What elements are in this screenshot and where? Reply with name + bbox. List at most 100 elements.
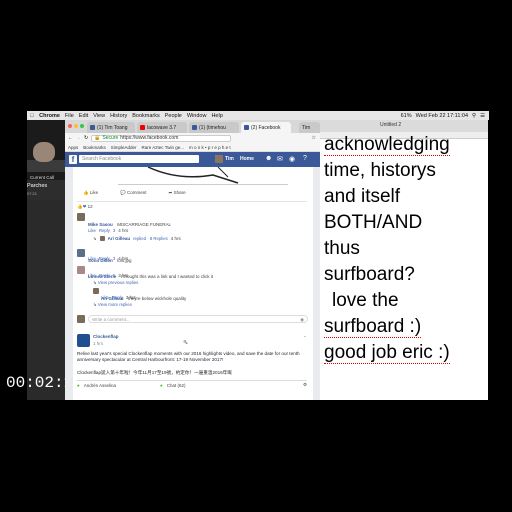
like-button[interactable]: 👍 Like: [83, 190, 98, 196]
reaction-icons: 👍❤: [77, 204, 87, 209]
chat-button[interactable]: Chat (62): [167, 383, 186, 388]
bookmark-apps[interactable]: Apps: [68, 145, 78, 150]
home-link[interactable]: Home: [240, 156, 254, 162]
comment-text: I thought this was a link and I wanted t…: [120, 274, 214, 279]
reactions-count[interactable]: 👍❤ 12: [77, 201, 307, 210]
comment-like-link[interactable]: Like: [88, 273, 96, 278]
reply-arrow-icon: ↳: [93, 280, 97, 285]
post-card-clockenflap: Clockenflap 1 hrs ⌄ ⬁ Relive last year's…: [73, 330, 313, 400]
tab-profile[interactable]: Tim: [299, 122, 320, 133]
reply-meta: Like Reply 3 hrs: [101, 295, 136, 300]
post-options-icon[interactable]: ⌄: [303, 333, 307, 339]
reload-icon[interactable]: ↻: [84, 135, 88, 141]
avatar: [77, 315, 85, 323]
bookmark-monk-prephet[interactable]: m o n k • p r e p h e t: [189, 145, 231, 150]
messages-icon[interactable]: ✉: [277, 155, 283, 163]
minimize-window-button[interactable]: [74, 124, 78, 128]
forward-icon[interactable]: →: [76, 135, 81, 141]
help-icon[interactable]: ?: [303, 155, 307, 162]
call-duration: 07:21: [27, 191, 38, 196]
apple-icon[interactable]: : [30, 113, 34, 119]
view-more-replies-link[interactable]: ↳ View more replies: [93, 302, 132, 308]
comment-like-count: 3: [112, 256, 116, 261]
comment-text: MISCARRIAGE FUNERAL: [117, 222, 171, 227]
menu-file[interactable]: File: [65, 113, 74, 119]
zoom-window-button[interactable]: [80, 124, 84, 128]
facebook-logo-icon[interactable]: f: [69, 155, 77, 164]
reply-reply-link[interactable]: Reply: [112, 295, 123, 300]
bookmark-bookmarks[interactable]: Bookmarks: [83, 145, 106, 150]
star-icon[interactable]: ☆: [312, 135, 320, 141]
comment-like-link[interactable]: Like: [88, 256, 96, 261]
note-line: surfboard :): [324, 316, 422, 338]
menu-history[interactable]: History: [110, 113, 127, 119]
profile-avatar[interactable]: [215, 155, 223, 163]
search-icon[interactable]: ⚲: [472, 113, 476, 119]
post-body: Relive last year's special Clockenflap m…: [77, 351, 300, 362]
page-name[interactable]: Clockenflap: [93, 334, 119, 339]
caller-name: Parches: [27, 183, 48, 189]
comment-author[interactable]: Mike Sasou: [88, 222, 113, 227]
tab-facebook[interactable]: (2) Facebook: [241, 122, 291, 133]
avatar[interactable]: [77, 266, 85, 274]
reply-like-link[interactable]: Like: [101, 295, 109, 300]
comment-reply-link[interactable]: Reply: [99, 256, 110, 261]
tab-timehou[interactable]: (1) (timehou: [189, 122, 239, 133]
note-line: love the: [332, 290, 399, 311]
menu-app-name[interactable]: Chrome: [39, 113, 60, 119]
chat-dock: ● Andrés Asselina ● Chat (62) ⚙: [77, 380, 307, 389]
comment-reply-link[interactable]: Reply: [99, 228, 110, 233]
replies-summary[interactable]: ↳ Ari Gilleau replied · 8 Replies 4 hrs: [93, 236, 181, 242]
menu-help[interactable]: Help: [211, 113, 222, 119]
profile-name-link[interactable]: Tim: [225, 156, 234, 162]
tab-tim-toang[interactable]: (1) Tim Toang: [87, 122, 135, 133]
menu-edit[interactable]: Edit: [79, 113, 88, 119]
view-previous-replies-link[interactable]: ↳ View previous replies: [93, 280, 138, 286]
comment-button[interactable]: 💬 Comment: [120, 190, 146, 196]
post-image[interactable]: [118, 167, 288, 185]
bookmark-simpleadder[interactable]: SimpleAdder: [111, 145, 137, 150]
comment-time: 4 hrs: [118, 256, 129, 261]
close-window-button[interactable]: [68, 124, 72, 128]
caller-avatar: [33, 142, 55, 162]
avatar[interactable]: [77, 213, 85, 221]
page-avatar[interactable]: [77, 334, 90, 347]
tab-lacowave[interactable]: lacowave 3.7: [137, 122, 187, 133]
youtube-icon: [140, 125, 145, 130]
menu-bookmarks[interactable]: Bookmarks: [132, 113, 160, 119]
cartoon-sketch: [147, 167, 239, 184]
menu-window[interactable]: Window: [187, 113, 207, 119]
reply-time: 3 hrs: [125, 295, 136, 300]
reply-arrow-icon: ↳: [93, 302, 97, 307]
menu-view[interactable]: View: [93, 113, 105, 119]
address-bar[interactable]: 🔒 Secure https://www.facebook.com: [91, 134, 232, 142]
comment-like-link[interactable]: Like: [88, 228, 96, 233]
note-line: time, historys: [324, 160, 436, 181]
write-comment-input[interactable]: Write a comment... ◉: [88, 315, 308, 323]
menu-people[interactable]: People: [165, 113, 182, 119]
note-line: surfboard?: [324, 264, 415, 285]
battery-status[interactable]: 61%: [401, 113, 412, 119]
comment-like-count: 1: [112, 273, 116, 278]
chat-contact[interactable]: Andrés Asselina: [84, 383, 116, 388]
camera-icon[interactable]: ◉: [300, 316, 307, 324]
tab-strip: (1) Tim Toang lacowave 3.7 (1) (timehou …: [65, 120, 320, 133]
back-icon[interactable]: ←: [68, 135, 73, 141]
notifications-icon[interactable]: ◉: [289, 155, 295, 163]
avatar[interactable]: [93, 288, 99, 294]
chat-settings-icon[interactable]: ⚙: [303, 382, 307, 388]
avatar[interactable]: [77, 249, 85, 257]
menu-list-icon[interactable]: ☰: [480, 113, 485, 119]
post-time[interactable]: 1 hrs: [93, 341, 103, 346]
editor-text-area[interactable]: acknowledging time, historys and itself …: [320, 134, 488, 370]
text-editor-window: Untitled 2 acknowledging time, historys …: [320, 120, 488, 400]
comment-reply-link[interactable]: Reply: [99, 273, 110, 278]
friend-requests-icon[interactable]: ☻: [265, 155, 272, 162]
share-button[interactable]: ➦ Share: [169, 190, 186, 196]
menubar-clock[interactable]: Wed Feb 22 17:11:04: [416, 113, 468, 119]
facebook-search-input[interactable]: Search Facebook: [79, 155, 199, 163]
bookmarks-bar: Apps Bookmarks SimpleAdder Rare Aztec Tw…: [65, 143, 320, 152]
bookmark-rare-aztec[interactable]: Rare Aztec Twin ge...: [142, 145, 184, 150]
navigation-bar: ← → ↻ 🔒 Secure https://www.facebook.com …: [65, 133, 320, 143]
comment-meta: Like Reply 3 4 hrs: [88, 256, 128, 261]
